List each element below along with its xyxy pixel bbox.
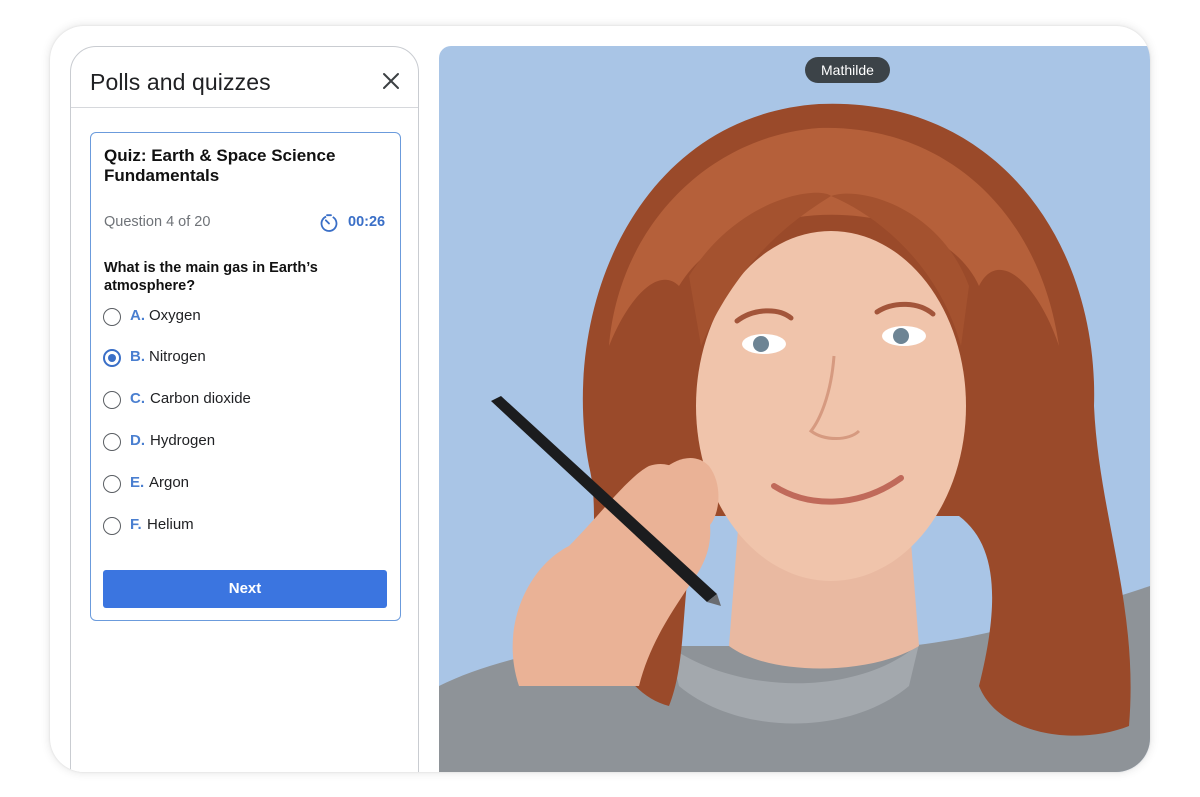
meeting-window: Polls and quizzes Quiz: Earth & Space Sc… — [50, 26, 1150, 772]
option-letter: E. — [130, 474, 145, 491]
question-text: What is the main gas in Earth’s atmosphe… — [104, 260, 318, 294]
option-d-radio[interactable] — [103, 433, 121, 451]
quiz-card: Quiz: Earth & Space Science Fundamentals… — [90, 132, 401, 621]
close-icon[interactable] — [381, 71, 401, 91]
option-c-radio[interactable] — [103, 391, 121, 409]
option-letter: F. — [130, 516, 142, 533]
participant-name-tag: Mathilde — [805, 57, 890, 83]
participant-video — [439, 103, 1150, 772]
option-e[interactable]: E. Argon — [103, 473, 393, 495]
option-d[interactable]: D. Hydrogen — [103, 431, 393, 453]
timer-icon — [319, 213, 339, 233]
timer-value: 00:26 — [348, 214, 386, 230]
option-letter: D. — [130, 432, 145, 449]
option-f[interactable]: F. Helium — [103, 515, 393, 537]
question-progress: Question 4 of 20 — [104, 214, 211, 230]
option-label: Nitrogen — [149, 348, 206, 365]
option-label: Oxygen — [149, 307, 201, 324]
quiz-progress-row: Question 4 of 20 00:26 — [104, 213, 388, 233]
option-label: Hydrogen — [150, 432, 216, 449]
option-label: Helium — [147, 516, 194, 533]
option-letter: C. — [130, 390, 145, 407]
option-a-radio[interactable] — [103, 308, 121, 326]
panel-header: Polls and quizzes — [71, 47, 418, 108]
option-b[interactable]: B. Nitrogen — [103, 347, 393, 369]
next-button[interactable]: Next — [103, 570, 387, 608]
option-a[interactable]: A. Oxygen — [103, 306, 393, 328]
option-e-radio[interactable] — [103, 475, 121, 493]
option-label: Argon — [149, 474, 190, 491]
option-label: Carbon dioxide — [150, 390, 251, 407]
option-c[interactable]: C. Carbon dioxide — [103, 389, 393, 411]
option-letter: B. — [130, 348, 145, 365]
panel-title: Polls and quizzes — [90, 69, 271, 95]
quiz-title: Quiz: Earth & Space Science Fundamentals — [104, 146, 336, 185]
option-b-radio[interactable] — [103, 349, 121, 367]
polls-quizzes-panel: Polls and quizzes Quiz: Earth & Space Sc… — [70, 46, 419, 772]
option-f-radio[interactable] — [103, 517, 121, 535]
option-letter: A. — [130, 307, 145, 324]
participant-video-tile: Mathilde — [439, 46, 1150, 772]
